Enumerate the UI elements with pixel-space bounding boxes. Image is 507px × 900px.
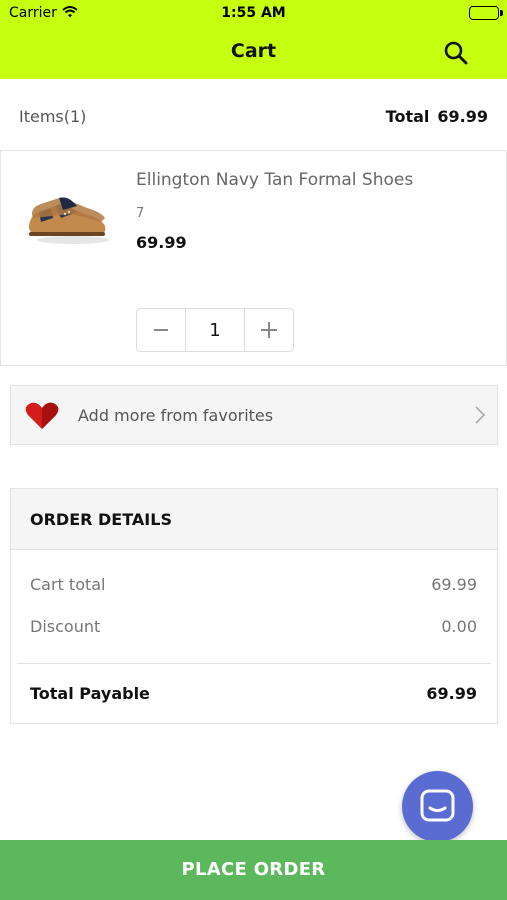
product-price: 69.99: [136, 233, 187, 252]
cart-total-value: 69.99: [431, 575, 477, 594]
page-title: Cart: [230, 40, 277, 62]
minus-icon: [154, 329, 168, 331]
divider: [17, 663, 491, 664]
battery-icon: [469, 6, 503, 20]
total-payable-row: Total Payable 69.99: [30, 684, 477, 703]
plus-icon: [261, 322, 277, 338]
cart-total: Total 69.99: [386, 107, 488, 126]
product-name[interactable]: Ellington Navy Tan Formal Shoes: [136, 170, 413, 190]
cart-total-row: Cart total 69.99: [30, 575, 477, 594]
chevron-right-icon: [475, 406, 486, 424]
chat-icon: [420, 789, 455, 822]
discount-row: Discount 0.00: [30, 617, 477, 636]
items-count: Items(1): [19, 107, 87, 126]
total-value: 69.99: [437, 107, 488, 126]
order-details-title: ORDER DETAILS: [30, 510, 172, 529]
discount-value: 0.00: [441, 617, 477, 636]
increase-button[interactable]: [245, 309, 293, 351]
cart-item: Ellington Navy Tan Formal Shoes 7 69.99 …: [0, 150, 507, 366]
chat-button[interactable]: [402, 771, 473, 842]
status-time: 1:55 AM: [221, 5, 286, 21]
search-icon: [443, 41, 469, 70]
order-details: ORDER DETAILS Cart total 69.99 Discount …: [10, 488, 498, 724]
heart-icon: [25, 402, 59, 430]
place-order-button[interactable]: PLACE ORDER: [0, 840, 507, 900]
discount-label: Discount: [30, 617, 101, 636]
status-bar: Carrier 1:55 AM: [0, 0, 507, 28]
decrease-button[interactable]: [137, 309, 185, 351]
favorites-label: Add more from favorites: [78, 406, 274, 425]
cart-summary: Items(1) Total 69.99: [0, 80, 507, 150]
search-button[interactable]: [443, 40, 469, 66]
cart-total-label: Cart total: [30, 575, 106, 594]
quantity-value: 1: [185, 309, 245, 351]
quantity-stepper: 1: [136, 308, 294, 352]
order-details-header: ORDER DETAILS: [11, 489, 497, 550]
total-payable-label: Total Payable: [30, 684, 150, 703]
add-from-favorites[interactable]: Add more from favorites: [10, 385, 498, 445]
shoe-image[interactable]: [25, 188, 111, 248]
product-size: 7: [136, 206, 145, 221]
total-payable-value: 69.99: [426, 684, 477, 703]
top-bar: Carrier 1:55 AM Cart: [0, 0, 507, 79]
total-label: Total: [385, 107, 430, 126]
